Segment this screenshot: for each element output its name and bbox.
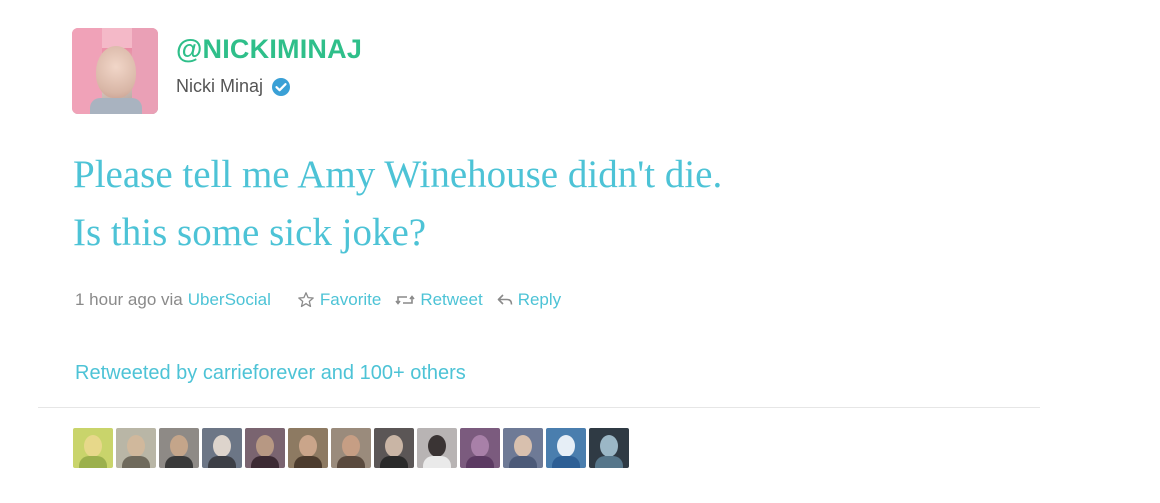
retweeter-avatars [73, 428, 632, 468]
favorite-label: Favorite [319, 290, 382, 309]
retweeter-avatar-head [557, 435, 575, 457]
retweeter-avatar-head [170, 435, 188, 457]
retweeter-avatar[interactable] [116, 428, 156, 468]
retweeter-avatar-body [79, 456, 107, 468]
tweet-client-link[interactable]: UberSocial [188, 290, 271, 310]
retweeter-avatar[interactable] [417, 428, 457, 468]
retweeter-avatar-head [600, 435, 618, 457]
retweeter-avatar[interactable] [159, 428, 199, 468]
retweeter-avatar[interactable] [288, 428, 328, 468]
retweeted-by-others-link[interactable]: and 100+ others [321, 362, 466, 384]
tweet-timestamp[interactable]: 1 hour ago via [75, 290, 183, 310]
retweet-button[interactable]: Retweet [395, 290, 483, 310]
avatar-shirt [90, 98, 142, 114]
reply-arrow-icon [497, 294, 513, 305]
retweeter-avatar-body [423, 456, 451, 468]
retweeter-avatar-body [380, 456, 408, 468]
retweeter-avatar-head [213, 435, 231, 457]
retweet-label: Retweet [420, 290, 483, 309]
reply-button[interactable]: Reply [497, 290, 561, 310]
user-name-row: Nicki Minaj [176, 76, 291, 97]
retweeter-avatar-head [127, 435, 145, 457]
retweeter-avatar-body [595, 456, 623, 468]
retweeter-avatar[interactable] [202, 428, 242, 468]
retweeter-avatar[interactable] [546, 428, 586, 468]
retweeter-avatar-head [256, 435, 274, 457]
tweet-meta: 1 hour ago via UberSocial Favorite Retwe… [75, 290, 561, 310]
star-icon [298, 292, 314, 308]
user-full-name[interactable]: Nicki Minaj [176, 76, 263, 97]
retweeter-avatar[interactable] [331, 428, 371, 468]
favorite-button[interactable]: Favorite [297, 290, 381, 310]
retweeter-avatar[interactable] [374, 428, 414, 468]
profile-avatar[interactable] [72, 28, 158, 114]
retweeted-by: Retweeted by carrieforever and 100+ othe… [75, 362, 466, 385]
retweeted-by-user-link[interactable]: carrieforever [203, 362, 315, 384]
divider [38, 407, 1040, 408]
retweeter-avatar-body [208, 456, 236, 468]
tweet-text-line: Is this some sick joke? [73, 211, 427, 254]
retweeter-avatar-body [122, 456, 150, 468]
retweeter-avatar-head [514, 435, 532, 457]
retweeted-by-label: Retweeted by [75, 362, 198, 384]
retweeter-avatar[interactable] [73, 428, 113, 468]
reply-label: Reply [517, 290, 562, 309]
retweeter-avatar-head [84, 435, 102, 457]
retweeter-avatar-body [509, 456, 537, 468]
retweeter-avatar-head [471, 435, 489, 457]
retweeter-avatar-body [294, 456, 322, 468]
retweeter-avatar[interactable] [245, 428, 285, 468]
user-handle[interactable]: @NICKIMINAJ [176, 34, 362, 65]
retweeter-avatar-head [299, 435, 317, 457]
retweeter-avatar-head [342, 435, 360, 457]
retweeter-avatar[interactable] [589, 428, 629, 468]
tweet-text-line: Please tell me Amy Winehouse didn't die. [73, 153, 723, 196]
retweeter-avatar-body [165, 456, 193, 468]
retweet-icon [395, 295, 415, 305]
retweeter-avatar-body [552, 456, 580, 468]
retweeter-avatar-body [251, 456, 279, 468]
retweeter-avatar-body [337, 456, 365, 468]
retweeter-avatar[interactable] [503, 428, 543, 468]
retweeter-avatar[interactable] [460, 428, 500, 468]
retweeter-avatar-head [385, 435, 403, 457]
verified-badge-icon [271, 77, 291, 97]
tweet-text: Please tell me Amy Winehouse didn't die.… [73, 146, 1113, 262]
retweeter-avatar-head [428, 435, 446, 457]
retweeter-avatar-body [466, 456, 494, 468]
avatar-face [96, 46, 136, 98]
